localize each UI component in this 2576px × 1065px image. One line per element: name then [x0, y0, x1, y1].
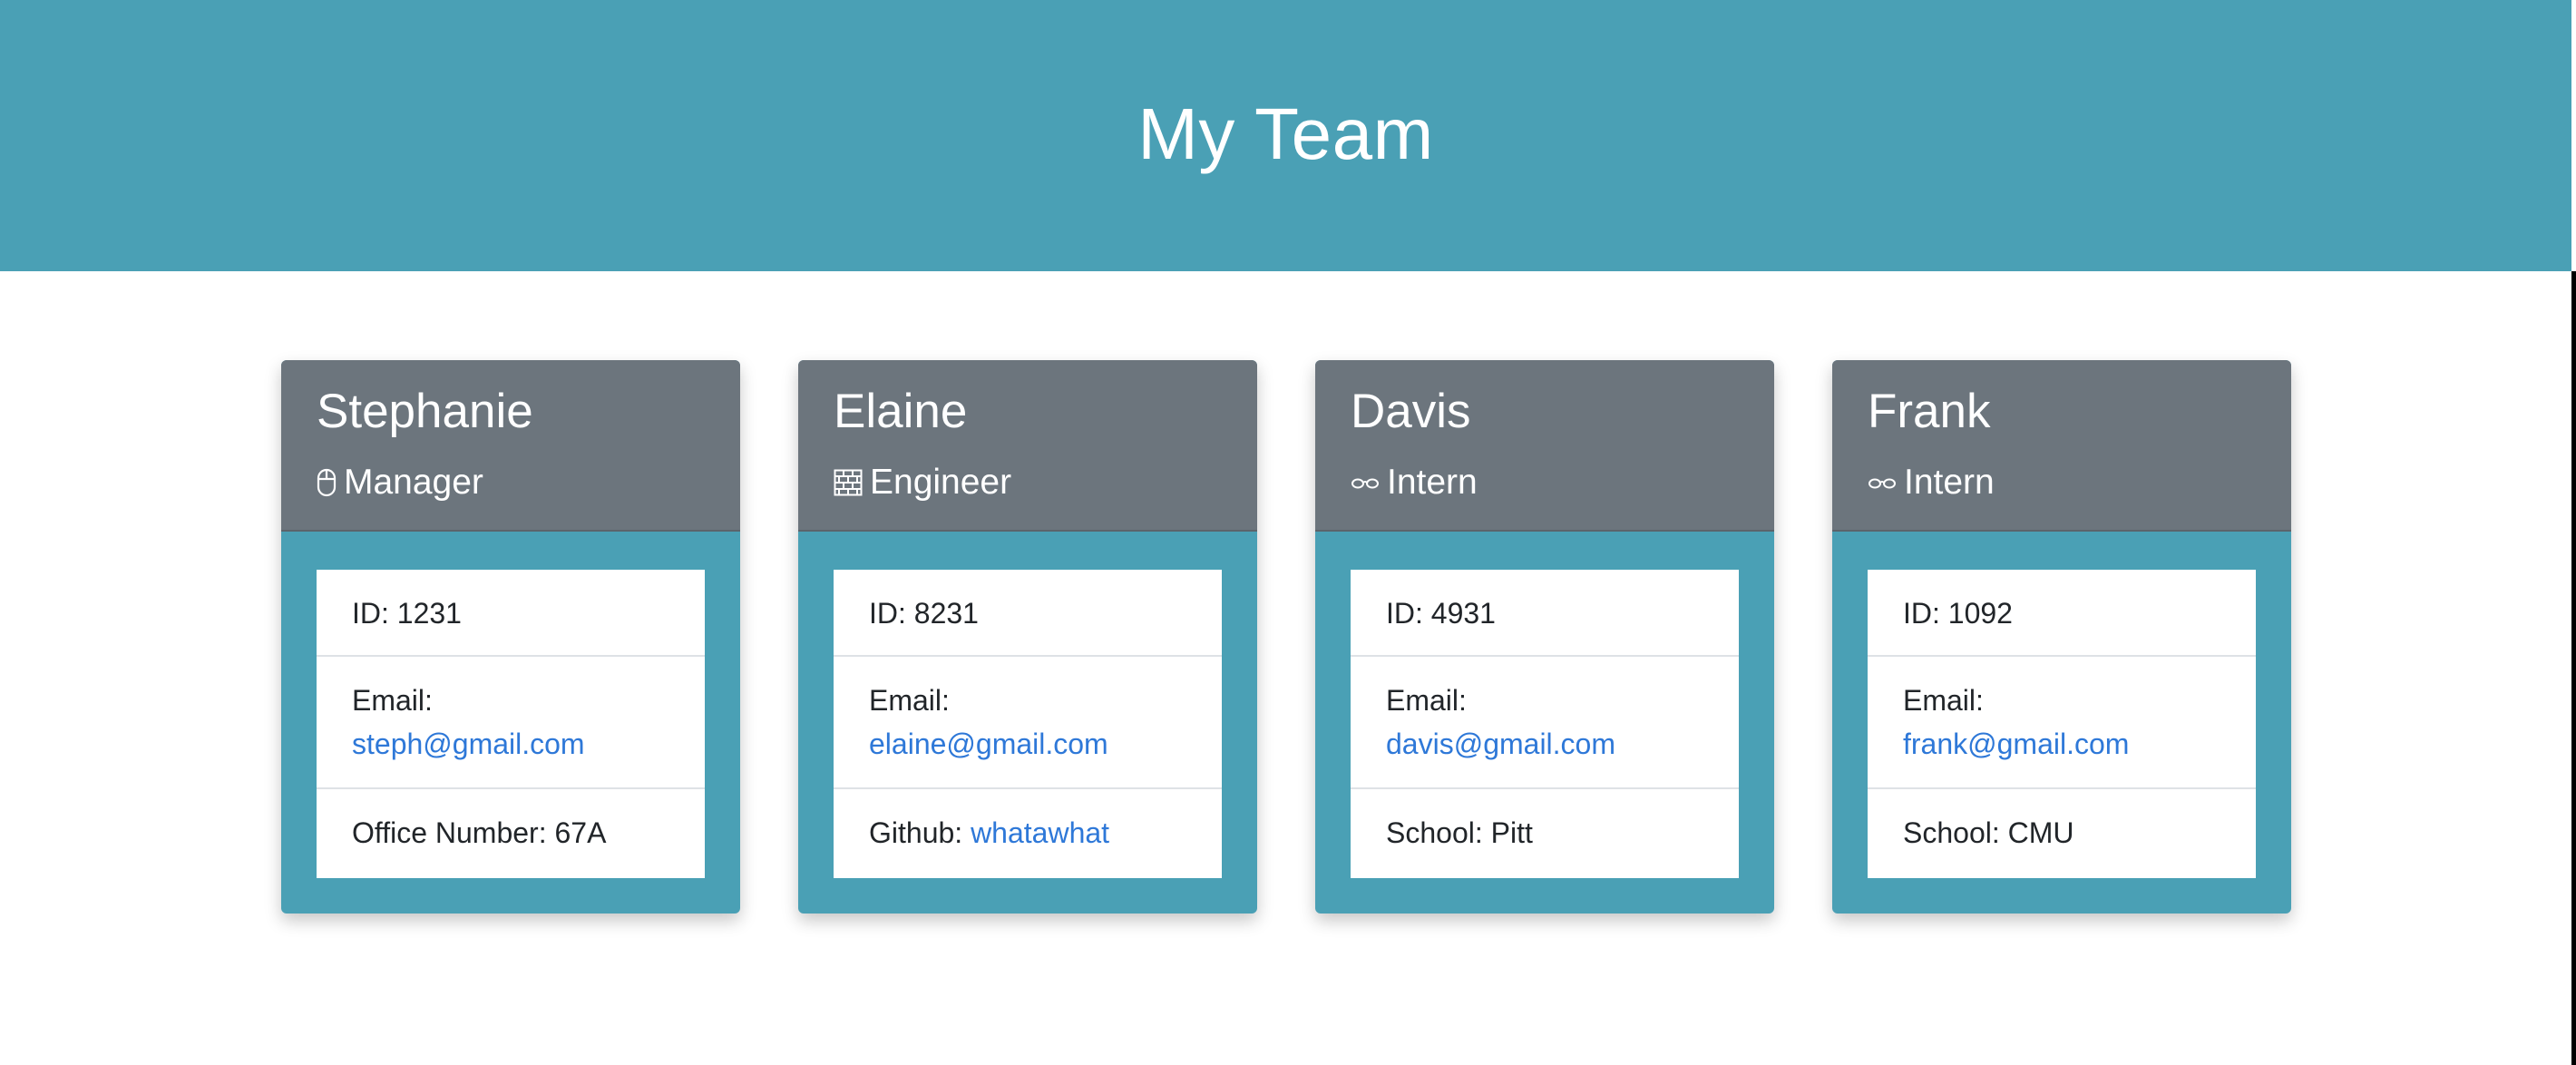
email-link[interactable]: elaine@gmail.com [869, 728, 1108, 760]
page-header: My Team [0, 0, 2571, 271]
employee-name: Frank [1868, 385, 1991, 438]
employee-name: Stephanie [317, 385, 533, 438]
employee-id: ID: 8231 [834, 570, 1222, 657]
email-label: Email: [1903, 684, 1984, 717]
github-label: Github: [869, 816, 971, 849]
email-link[interactable]: frank@gmail.com [1903, 728, 2129, 760]
brick-wall-icon [834, 469, 863, 496]
employee-id: ID: 1231 [317, 570, 705, 657]
employee-email: Email: steph@gmail.com [317, 657, 705, 789]
employee-name: Elaine [834, 385, 968, 438]
employee-email: Email: elaine@gmail.com [834, 657, 1222, 789]
employee-role: Manager [317, 463, 483, 503]
github-link[interactable]: whatawhat [971, 816, 1109, 849]
email-link[interactable]: steph@gmail.com [352, 728, 585, 760]
school: School: Pitt [1386, 816, 1533, 849]
role-label: Intern [1387, 463, 1478, 502]
employee-role: Engineer [834, 463, 1011, 503]
employee-role: Intern [1868, 463, 1995, 503]
card-header: Elaine Engineer [798, 360, 1257, 532]
employee-details: ID: 1092 Email: frank@gmail.com School: … [1868, 570, 2256, 878]
employee-role: Intern [1351, 463, 1478, 503]
card-header: Stephanie Manager [281, 360, 740, 532]
employee-card: Frank Intern ID: 1092 Email: frank@gmail… [1832, 360, 2291, 914]
employee-email: Email: frank@gmail.com [1868, 657, 2256, 789]
employee-name: Davis [1351, 385, 1471, 438]
role-label: Engineer [870, 463, 1012, 502]
github-row: Github: whatawhat [834, 789, 1222, 878]
role-label: Manager [344, 463, 483, 502]
school: School: CMU [1903, 816, 2074, 849]
email-label: Email: [352, 684, 433, 717]
office-number: Office Number: 67A [352, 816, 607, 849]
employee-card: Davis Intern ID: 4931 Email: davis@gmail… [1315, 360, 1774, 914]
email-link[interactable]: davis@gmail.com [1386, 728, 1615, 760]
card-header: Davis Intern [1315, 360, 1774, 532]
employee-details: ID: 4931 Email: davis@gmail.com School: … [1351, 570, 1739, 878]
employee-card: Elaine Engineer ID: 8231 Email: elaine@g… [798, 360, 1257, 914]
employee-id: ID: 4931 [1351, 570, 1739, 657]
page-title: My Team [1137, 93, 1434, 174]
employee-details: ID: 1231 Email: steph@gmail.com Office N… [317, 570, 705, 878]
email-label: Email: [1386, 684, 1467, 717]
employee-id: ID: 1092 [1868, 570, 2256, 657]
mouse-icon [317, 468, 337, 497]
employee-card: Stephanie Manager ID: 1231 Email: steph@… [281, 360, 740, 914]
window-edge [2571, 271, 2576, 1065]
glasses-icon [1868, 474, 1897, 491]
role-label: Intern [1904, 463, 1995, 502]
email-label: Email: [869, 684, 950, 717]
employee-details: ID: 8231 Email: elaine@gmail.com Github:… [834, 570, 1222, 878]
employee-email: Email: davis@gmail.com [1351, 657, 1739, 789]
card-header: Frank Intern [1832, 360, 2291, 532]
glasses-icon [1351, 474, 1380, 491]
